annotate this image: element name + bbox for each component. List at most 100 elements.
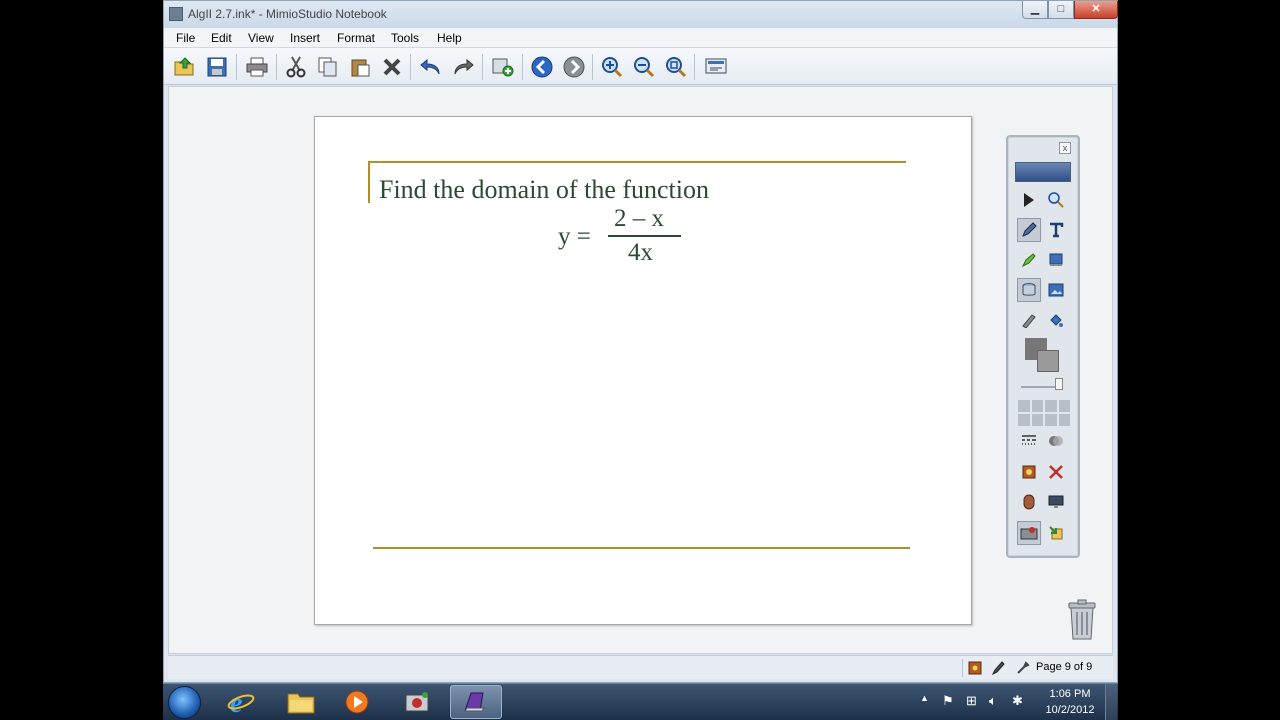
palette-preview-thumbnail[interactable] xyxy=(1015,162,1071,182)
pen-icon[interactable] xyxy=(1017,218,1041,242)
slider-handle[interactable] xyxy=(1055,378,1063,390)
internet-explorer-icon[interactable]: e xyxy=(215,685,267,719)
volume-icon[interactable]: 🔈︎ xyxy=(989,693,997,709)
color-selector[interactable] xyxy=(1025,338,1061,374)
delete-icon[interactable] xyxy=(380,55,404,79)
zoom-icon[interactable] xyxy=(1044,188,1068,212)
toolbar-separator xyxy=(592,54,593,80)
bottom-rule-line[interactable] xyxy=(373,547,910,549)
window-title: AlgII 2.7.ink* - MimioStudio Notebook xyxy=(188,7,387,21)
show-desktop-button[interactable] xyxy=(1105,684,1117,720)
zoom-in-icon[interactable] xyxy=(600,55,624,79)
eraser-icon[interactable] xyxy=(1017,308,1041,332)
maximize-button[interactable]: □ xyxy=(1048,1,1074,19)
zoom-out-icon[interactable] xyxy=(632,55,656,79)
title-bar[interactable]: AlgII 2.7.ink* - MimioStudio Notebook ▁ … xyxy=(164,1,1118,28)
grid-cell[interactable] xyxy=(1031,400,1043,412)
select-icon[interactable] xyxy=(1017,188,1041,212)
recorder-status-icon[interactable] xyxy=(966,659,984,677)
thickness-grid[interactable] xyxy=(1018,400,1070,426)
text-icon[interactable] xyxy=(1044,218,1068,242)
status-bar: Page 9 of 9 xyxy=(168,655,1113,679)
file-explorer-icon[interactable] xyxy=(275,685,327,719)
undo-icon[interactable] xyxy=(419,55,443,79)
pen-status-icon[interactable] xyxy=(990,659,1008,677)
cut-icon[interactable] xyxy=(284,55,308,79)
menu-file[interactable]: File xyxy=(176,31,195,45)
start-button[interactable] xyxy=(168,686,201,719)
background-color-swatch[interactable] xyxy=(1037,350,1059,372)
new-page-icon[interactable] xyxy=(491,55,515,79)
line-style-icon[interactable] xyxy=(1017,429,1041,453)
screen-icon[interactable] xyxy=(1044,490,1068,514)
grid-cell[interactable] xyxy=(1045,414,1057,426)
media-player-icon[interactable] xyxy=(331,685,383,719)
save-icon[interactable] xyxy=(205,55,229,79)
transparency-icon[interactable] xyxy=(1044,429,1068,453)
back-icon[interactable] xyxy=(530,55,554,79)
palette-close-button[interactable]: x xyxy=(1059,142,1071,154)
grid-cell[interactable] xyxy=(1058,414,1070,426)
redo-icon[interactable] xyxy=(451,55,475,79)
left-rule-line[interactable] xyxy=(368,161,370,203)
forward-icon[interactable] xyxy=(562,55,586,79)
display-icon[interactable] xyxy=(704,55,728,79)
grid-cell[interactable] xyxy=(1018,400,1030,412)
network-icon[interactable]: ⊞ xyxy=(966,693,977,709)
mimio-notebook-window: AlgII 2.7.ink* - MimioStudio Notebook ▁ … xyxy=(163,0,1118,683)
equation-numerator: 2 – x xyxy=(614,205,664,232)
paste-icon[interactable] xyxy=(348,55,372,79)
menu-bar: File Edit View Insert Format Tools Help xyxy=(164,28,1117,48)
menu-insert[interactable]: Insert xyxy=(290,31,320,45)
minimize-button[interactable]: ▁ xyxy=(1022,1,1048,19)
action-center-icon[interactable]: ⚑ xyxy=(942,693,954,709)
shape-icon[interactable] xyxy=(1044,248,1068,272)
mimio-notebook-icon[interactable] xyxy=(450,685,502,719)
trash-can-icon[interactable] xyxy=(1066,599,1098,641)
equation-lhs: y = xyxy=(558,223,591,250)
notebook-page[interactable]: Find the domain of the function y = 2 – … xyxy=(314,116,972,625)
tools-status-icon[interactable] xyxy=(1014,659,1032,677)
spotlight-icon[interactable] xyxy=(1017,278,1041,302)
toolbar-separator xyxy=(694,54,695,80)
menu-help[interactable]: Help xyxy=(437,31,462,45)
app-icon xyxy=(169,7,183,21)
grid-cell[interactable] xyxy=(1031,414,1043,426)
mouse-icon[interactable] xyxy=(1017,490,1041,514)
recorder-icon[interactable] xyxy=(1017,460,1041,484)
menu-format[interactable]: Format xyxy=(337,31,375,45)
print-icon[interactable] xyxy=(245,55,269,79)
fill-icon[interactable] xyxy=(1044,308,1068,332)
problem-heading[interactable]: Find the domain of the function xyxy=(379,175,709,205)
menu-edit[interactable]: Edit xyxy=(211,31,232,45)
close-button[interactable]: ✕ xyxy=(1074,1,1118,19)
toolbar-separator xyxy=(236,54,237,80)
workspace-area: Find the domain of the function y = 2 – … xyxy=(168,86,1113,654)
grid-cell[interactable] xyxy=(1018,414,1030,426)
toolbar-separator xyxy=(522,54,523,80)
import-icon[interactable] xyxy=(1044,521,1068,545)
toolbar-separator xyxy=(276,54,277,80)
image-icon[interactable] xyxy=(1044,278,1068,302)
tray-expand-icon[interactable]: ▲ xyxy=(920,693,929,703)
thickness-slider[interactable] xyxy=(1021,378,1063,390)
status-separator xyxy=(962,659,963,677)
zoom-fit-icon[interactable] xyxy=(664,55,688,79)
mimio-tools-palette[interactable]: x xyxy=(1006,135,1080,558)
toolbar-separator xyxy=(410,54,411,80)
grid-cell[interactable] xyxy=(1045,400,1057,412)
highlighter-icon[interactable] xyxy=(1017,248,1041,272)
clock-date[interactable]: 10/2/2012 xyxy=(1040,704,1100,716)
clear-icon[interactable] xyxy=(1044,460,1068,484)
toolbar-separator xyxy=(482,54,483,80)
menu-tools[interactable]: Tools xyxy=(391,31,419,45)
menu-view[interactable]: View xyxy=(248,31,274,45)
copy-icon[interactable] xyxy=(316,55,340,79)
capture-icon[interactable] xyxy=(1017,521,1041,545)
capture-app-icon[interactable] xyxy=(391,685,443,719)
top-rule-line[interactable] xyxy=(368,161,906,163)
grid-cell[interactable] xyxy=(1058,400,1070,412)
clock-time[interactable]: 1:06 PM xyxy=(1040,688,1100,700)
open-icon[interactable] xyxy=(173,55,197,79)
mimio-tray-icon[interactable]: ✱ xyxy=(1012,693,1023,709)
